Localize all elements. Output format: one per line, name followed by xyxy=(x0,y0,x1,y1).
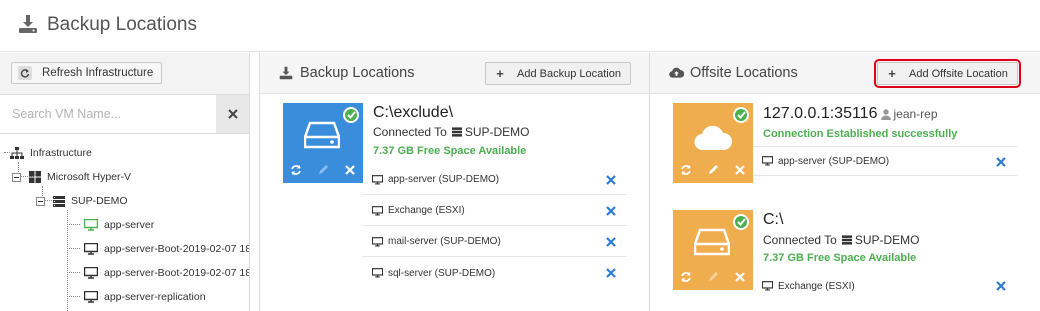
page-title: Backup Locations xyxy=(47,14,197,35)
monitor-icon xyxy=(762,156,773,166)
tree-label: app-server xyxy=(104,219,155,231)
offsite-location-card[interactable] xyxy=(673,103,753,183)
server-icon xyxy=(841,235,852,245)
monitor-icon xyxy=(84,219,98,231)
monitor-icon xyxy=(372,174,383,185)
search-vm-input[interactable] xyxy=(0,94,216,134)
add-backup-location-button[interactable]: + Add Backup Location xyxy=(485,62,631,85)
delete-location-button[interactable] xyxy=(733,163,747,177)
tree-label: app-server-Boot-2019-02-07 18 xyxy=(104,267,249,279)
tree-node-app-server-boot-2[interactable]: app-server-Boot-2019-02-07 18 xyxy=(84,262,249,284)
offsite-locations-panel: Offsite Locations + Add Offsite Location… xyxy=(650,53,1040,311)
tree-node-app-server[interactable]: app-server xyxy=(84,214,154,236)
remove-vm-button[interactable] xyxy=(605,174,617,186)
hard-drive-icon xyxy=(304,121,340,149)
backup-location-path: C:\exclude\ xyxy=(373,104,454,121)
edit-location-button[interactable] xyxy=(706,163,720,177)
windows-icon xyxy=(29,171,41,183)
offsite-vm-row: app-server (SUP-DEMO) xyxy=(753,146,1017,176)
tree-label: Microsoft Hyper-V xyxy=(47,171,132,183)
backup-vm-row: mail-server (SUP-DEMO) xyxy=(363,227,627,257)
backup-vm-row: sql-server (SUP-DEMO) xyxy=(363,258,627,288)
delete-location-button[interactable] xyxy=(733,270,747,284)
monitor-icon xyxy=(84,291,98,303)
tree-label: app-server-replication xyxy=(104,291,206,303)
check-icon xyxy=(343,107,359,123)
plus-icon: + xyxy=(496,66,504,81)
delete-location-button[interactable] xyxy=(343,163,357,177)
offsite-location-address: 127.0.0.1:35116 jean-rep xyxy=(763,105,938,122)
monitor-icon xyxy=(372,236,383,247)
offsite-panel-header: Offsite Locations + Add Offsite Location xyxy=(650,53,1040,94)
monitor-icon xyxy=(84,243,98,255)
download-drive-icon xyxy=(279,66,293,85)
tree-label: app-server-Boot-2019-02-07 18 xyxy=(104,243,249,255)
offsite-vm-row: Exchange (ESXI) xyxy=(753,271,1017,301)
tree-node-sup-demo[interactable]: SUP-DEMO xyxy=(36,190,128,212)
monitor-icon xyxy=(372,205,383,216)
offsite-user: jean-rep xyxy=(893,107,938,121)
tree-node-infrastructure[interactable]: Infrastructure xyxy=(10,142,92,164)
add-backup-location-label: Add Backup Location xyxy=(517,67,621,80)
tree-node-hyperv[interactable]: Microsoft Hyper-V xyxy=(12,166,131,188)
panel-divider xyxy=(259,53,260,311)
tree-node-app-server-replication[interactable]: app-server-replication xyxy=(84,286,206,308)
backup-vm-row: Exchange (ESXI) xyxy=(363,196,627,226)
hard-drive-icon xyxy=(694,228,730,256)
edit-location-button[interactable] xyxy=(316,163,330,177)
edit-location-button[interactable] xyxy=(706,270,720,284)
offsite-location-path: C:\ xyxy=(763,211,784,228)
tree-node-app-server-boot-1[interactable]: app-server-Boot-2019-02-07 18 xyxy=(84,238,249,260)
backup-location-connection: Connected To SUP-DEMO xyxy=(373,125,530,139)
backup-locations-panel: Backup Locations + Add Backup Location C… xyxy=(260,53,649,311)
collapse-icon xyxy=(12,172,21,182)
add-offsite-location-button[interactable]: + Add Offsite Location xyxy=(874,59,1021,88)
remove-vm-button[interactable] xyxy=(605,205,617,217)
offsite-location-free-space: 7.37 GB Free Space Available xyxy=(763,252,917,264)
backup-location-card[interactable] xyxy=(283,103,363,183)
refresh-location-button[interactable] xyxy=(679,163,693,177)
offsite-location-card[interactable] xyxy=(673,210,753,290)
user-icon xyxy=(881,108,892,120)
remove-vm-button[interactable] xyxy=(605,236,617,248)
page-header: Backup Locations xyxy=(0,0,1040,52)
remove-vm-button[interactable] xyxy=(605,267,617,279)
offsite-connection-status: Connection Established successfully xyxy=(763,128,958,140)
tree-label: SUP-DEMO xyxy=(71,195,128,207)
sitemap-icon xyxy=(10,146,24,160)
monitor-icon xyxy=(762,281,773,291)
refresh-location-button[interactable] xyxy=(679,270,693,284)
cloud-icon xyxy=(694,125,733,151)
backup-location-free-space: 7.37 GB Free Space Available xyxy=(373,145,527,157)
close-icon xyxy=(227,109,238,119)
offsite-location-connection: Connected To SUP-DEMO xyxy=(763,233,920,247)
infrastructure-tree: Infrastructure Microsoft Hyper-V SUP-DEM… xyxy=(0,134,249,311)
monitor-icon xyxy=(372,268,383,278)
tree-label: Infrastructure xyxy=(30,147,92,159)
backup-vm-row: app-server (SUP-DEMO) xyxy=(363,165,627,195)
collapse-icon xyxy=(36,196,45,206)
add-offsite-location-label: Add Offsite Location xyxy=(909,67,1008,80)
vm-search xyxy=(0,94,249,134)
cloud-upload-icon xyxy=(669,66,685,84)
refresh-infrastructure-button[interactable]: Refresh Infrastructure xyxy=(11,62,163,84)
infrastructure-sidebar: Refresh Infrastructure Infrastructure xyxy=(0,53,250,311)
check-icon xyxy=(733,214,749,230)
download-drive-icon xyxy=(19,15,37,33)
remove-vm-button[interactable] xyxy=(995,156,1007,168)
refresh-location-button[interactable] xyxy=(289,163,303,177)
backup-panel-header: Backup Locations + Add Backup Location xyxy=(260,53,649,94)
refresh-icon xyxy=(18,66,32,80)
remove-vm-button[interactable] xyxy=(995,280,1007,292)
refresh-label: Refresh Infrastructure xyxy=(42,67,154,79)
server-icon xyxy=(451,127,462,137)
offsite-panel-title: Offsite Locations xyxy=(690,65,798,81)
check-icon xyxy=(733,107,749,123)
server-icon xyxy=(53,195,65,207)
backup-panel-title: Backup Locations xyxy=(300,65,415,81)
plus-icon: + xyxy=(888,66,896,81)
monitor-icon xyxy=(84,267,98,279)
clear-search-button[interactable] xyxy=(216,94,249,134)
